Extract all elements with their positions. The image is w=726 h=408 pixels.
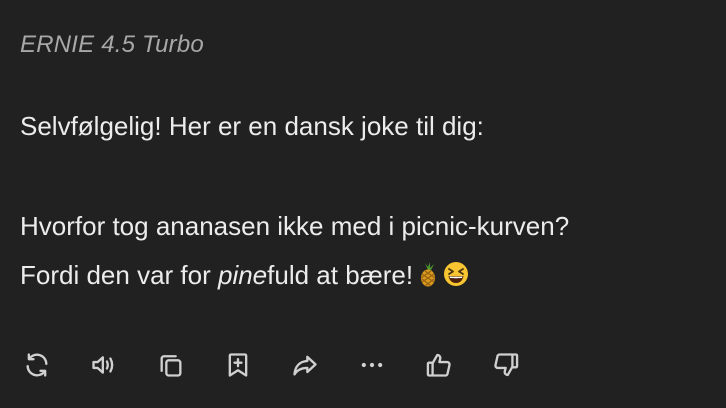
grinning-squinting-face-icon xyxy=(443,260,469,296)
thumbs-down-icon xyxy=(494,353,519,377)
answer-text-end: fuld at bære! xyxy=(267,260,414,290)
like-button[interactable] xyxy=(424,350,454,380)
copy-button[interactable] xyxy=(156,350,186,380)
speaker-icon xyxy=(92,356,114,374)
save-button[interactable] xyxy=(223,350,253,380)
answer-text-italic: pine xyxy=(217,260,268,290)
refresh-icon xyxy=(26,353,48,377)
thumbs-up-icon xyxy=(426,353,451,377)
answer-text-start: Fordi den var for xyxy=(20,260,218,290)
read-aloud-button[interactable] xyxy=(89,350,119,380)
more-icon xyxy=(361,362,383,368)
share-icon xyxy=(293,355,317,376)
message-line-intro: Selvfølgelig! Her er en dansk joke til d… xyxy=(20,111,484,141)
message-actions-toolbar xyxy=(22,350,521,380)
message-line-answer: Fordi den var for pinefuld at bære! xyxy=(20,257,720,296)
bookmark-add-icon xyxy=(228,353,248,377)
model-name: ERNIE 4.5 Turbo xyxy=(20,31,204,58)
copy-icon xyxy=(160,355,182,377)
assistant-message: Selvfølgelig! Her er en dansk joke til d… xyxy=(20,108,720,296)
pineapple-icon xyxy=(417,260,439,296)
dislike-button[interactable] xyxy=(491,350,521,380)
message-line-question: Hvorfor tog ananasen ikke med i picnic-k… xyxy=(20,211,570,241)
share-button[interactable] xyxy=(290,350,320,380)
more-options-button[interactable] xyxy=(357,350,387,380)
regenerate-button[interactable] xyxy=(22,350,52,380)
